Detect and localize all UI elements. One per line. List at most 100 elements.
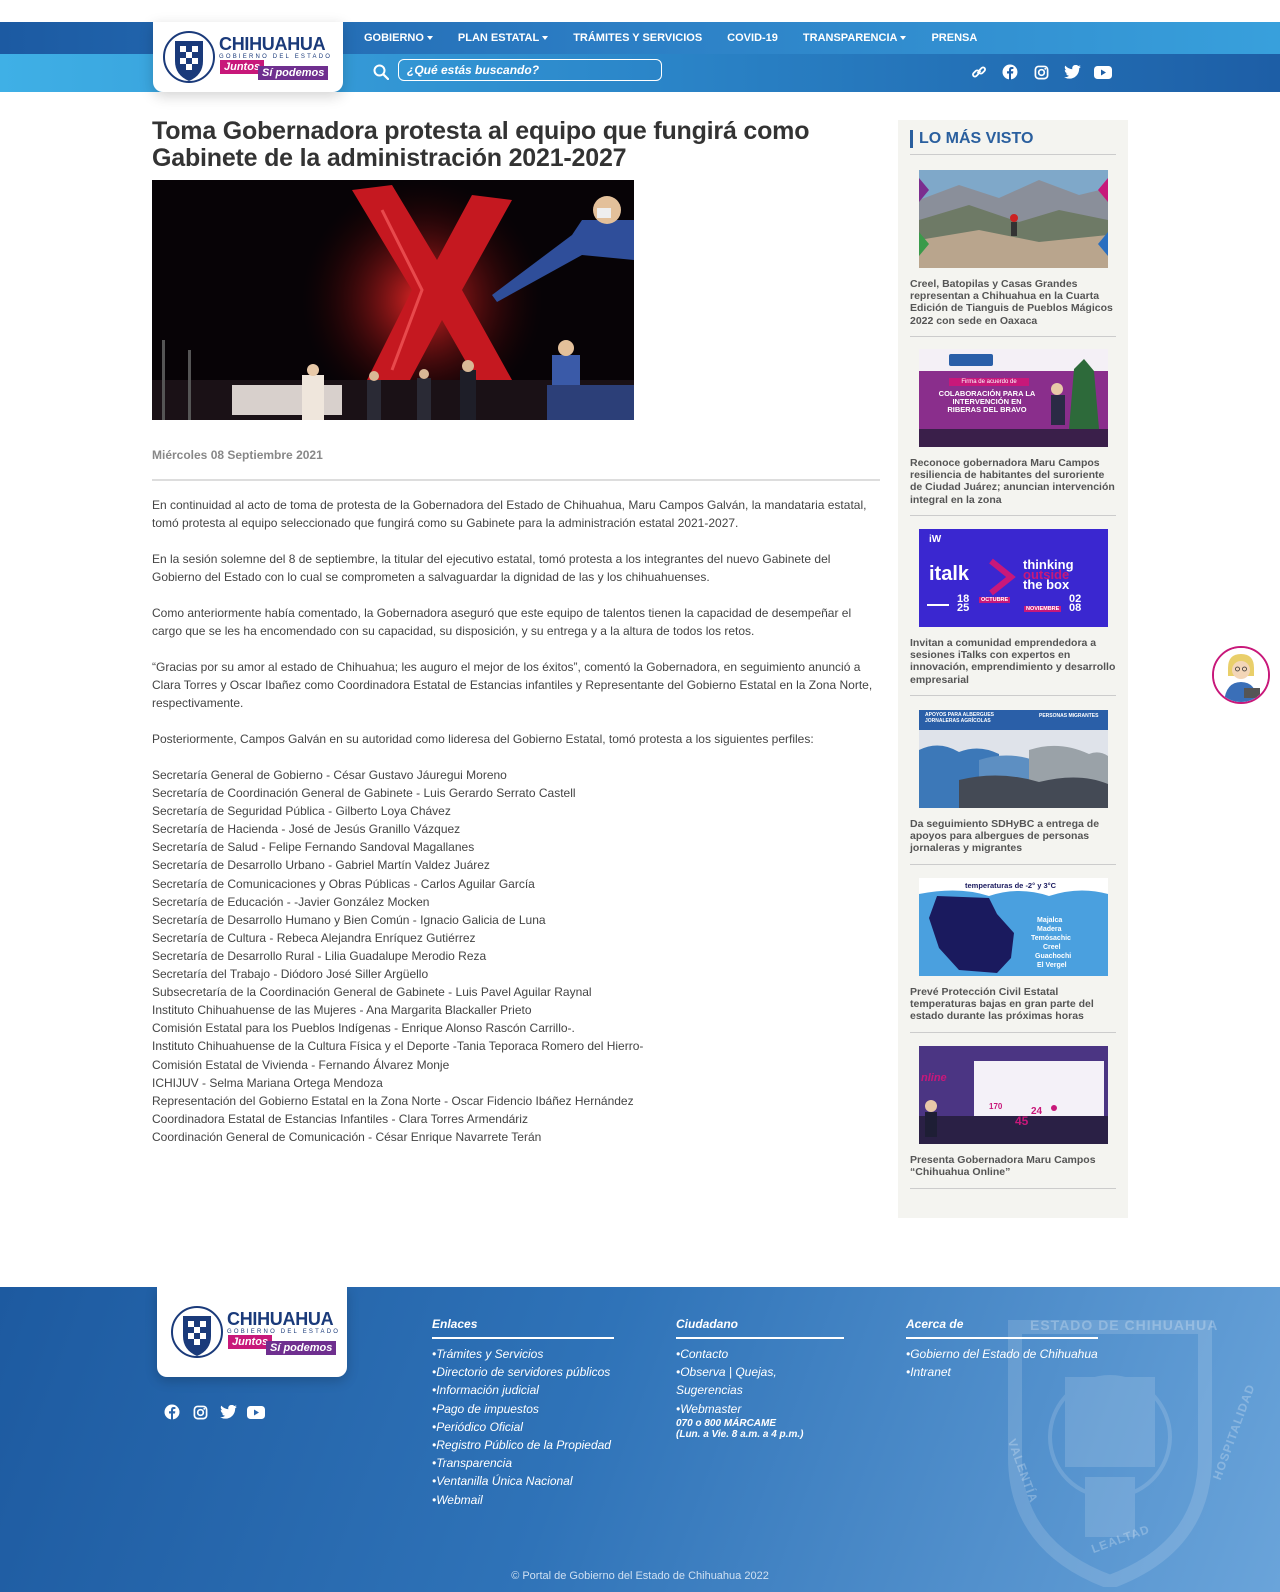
- list-item: Comisión Estatal para los Pueblos Indíge…: [152, 1021, 575, 1036]
- thumb-text: 24: [1031, 1106, 1043, 1117]
- news-thumbnail: nline 170 24 45: [919, 1046, 1108, 1144]
- search-input[interactable]: [398, 59, 662, 81]
- chevron-down-icon: [426, 36, 433, 40]
- news-caption: Da seguimiento SDHyBC a entrega de apoyo…: [910, 818, 1100, 855]
- footer-link-ventanilla-unica[interactable]: •Ventanilla Única Nacional: [432, 1472, 614, 1490]
- nav-label: GOBIERNO: [364, 32, 424, 44]
- most-viewed-sidebar: LO MÁS VISTO Creel, Batopilas y Casas Gr…: [898, 120, 1128, 1218]
- nav-plan-estatal[interactable]: PLAN ESTATAL: [457, 32, 549, 44]
- list-item: Coordinadora Estatal de Estancias Infant…: [152, 1111, 528, 1126]
- nav-gobierno[interactable]: GOBIERNO: [364, 32, 433, 44]
- news-caption: Invitan a comunidad emprendedora a sesio…: [910, 637, 1116, 686]
- search-icon[interactable]: [373, 64, 389, 80]
- thumb-text: temperaturas de -2° y 3°C: [965, 881, 1057, 890]
- instagram-icon[interactable]: [1032, 64, 1050, 80]
- list-item: Secretaría de Hacienda - José de Jesús G…: [152, 822, 461, 837]
- article-paragraph: Posteriormente, Campos Galván en su auto…: [152, 732, 814, 746]
- nav-transparencia[interactable]: TRANSPARENCIA: [803, 32, 907, 44]
- footer-link-webmail[interactable]: •Webmail: [432, 1491, 614, 1509]
- footer-link-intranet[interactable]: •Intranet: [906, 1363, 1098, 1381]
- cabinet-list: Secretaría General de Gobierno - César G…: [152, 766, 880, 1146]
- nav-label: COVID-19: [727, 32, 778, 44]
- footer-column-title: Enlaces: [432, 1317, 614, 1339]
- footer-link-informacion-judicial[interactable]: •Información judicial: [432, 1381, 614, 1399]
- divider: [910, 864, 1116, 865]
- chat-assistant-avatar[interactable]: [1212, 646, 1270, 704]
- news-thumbnail: Firma de acuerdo de COLABORACIÓN PARA LA…: [919, 349, 1108, 447]
- twitter-icon[interactable]: [1063, 64, 1081, 80]
- list-item: Secretaría de Desarrollo Humano y Bien C…: [152, 912, 546, 927]
- divider: [910, 1032, 1116, 1033]
- nav-label: PLAN ESTATAL: [457, 32, 540, 44]
- youtube-icon[interactable]: [247, 1404, 265, 1420]
- thumb-text: 170: [989, 1102, 1003, 1111]
- footer-links-enlaces: Enlaces •Trámites y Servicios •Directori…: [432, 1317, 614, 1509]
- nav-label: PRENSA: [931, 32, 978, 44]
- nav-covid-19[interactable]: COVID-19: [727, 32, 778, 44]
- article-hero-image: [152, 180, 634, 420]
- article-paragraph: Como anteriormente había comentado, la G…: [152, 606, 852, 638]
- article-paragraph: En la sesión solemne del 8 de septiembre…: [152, 552, 831, 584]
- footer-link-periodico-oficial[interactable]: •Periódico Oficial: [432, 1418, 614, 1436]
- logo-tag-si-podemos: Sí podemos: [266, 1341, 337, 1355]
- link-icon[interactable]: [970, 64, 988, 80]
- nav-prensa[interactable]: PRENSA: [931, 32, 977, 44]
- footer-link-observa[interactable]: •Observa | Quejas, Sugerencias: [676, 1363, 844, 1399]
- footer-links-acerca: Acerca de •Gobierno del Estado de Chihua…: [906, 1317, 1098, 1381]
- thumb-text: APOYOS PARA ALBERGUES JORNALERAS AGRÍCOL…: [925, 712, 994, 724]
- thumb-text: Guachochi: [1035, 953, 1072, 960]
- article-date: Miércoles 08 Septiembre 2021: [152, 448, 323, 462]
- footer-logo[interactable]: CHIHUAHUA GOBIERNO DEL ESTADO Juntos Sí …: [157, 1287, 347, 1377]
- list-item: Secretaría de Cultura - Rebeca Alejandra…: [152, 930, 476, 945]
- news-caption: Creel, Batopilas y Casas Grandes represe…: [910, 278, 1113, 327]
- logo-title: CHIHUAHUA: [227, 1309, 334, 1329]
- logo-title: CHIHUAHUA: [219, 34, 326, 54]
- footer-link-pago-impuestos[interactable]: •Pago de impuestos: [432, 1400, 614, 1418]
- watermark-text: HOSPITALIDAD: [1210, 1381, 1258, 1482]
- article-title: Toma Gobernadora protesta al equipo que …: [152, 117, 810, 172]
- thumb-text: Majalca: [1037, 917, 1063, 924]
- footer-column-title: Ciudadano: [676, 1317, 844, 1339]
- news-caption: Reconoce gobernadora Maru Campos resilie…: [910, 457, 1115, 506]
- site-logo[interactable]: CHIHUAHUA GOBIERNO DEL ESTADO Juntos Sí …: [153, 22, 343, 92]
- list-item: Coordinación General de Comunicación - C…: [152, 1129, 542, 1144]
- news-thumbnail: temperaturas de -2° y 3°C Majalca Madera…: [919, 878, 1108, 976]
- sidebar-heading: LO MÁS VISTO: [910, 130, 1033, 148]
- facebook-icon[interactable]: [1001, 64, 1019, 80]
- footer-link-gobierno[interactable]: •Gobierno del Estado de Chihuahua: [906, 1345, 1098, 1363]
- main-nav: GOBIERNO PLAN ESTATAL TRÁMITES Y SERVICI…: [364, 22, 1002, 54]
- chevron-down-icon: [900, 36, 907, 40]
- thumb-text: nline: [921, 1072, 947, 1084]
- chevron-down-icon: [542, 36, 549, 40]
- nav-label: TRANSPARENCIA: [802, 32, 898, 44]
- footer-link-registro-publico[interactable]: •Registro Público de la Propiedad: [432, 1436, 614, 1454]
- news-caption: Prevé Protección Civil Estatal temperatu…: [910, 986, 1094, 1023]
- list-item: Secretaría de Desarrollo Urbano - Gabrie…: [152, 858, 490, 873]
- list-item: Instituto Chihuahuense de las Mujeres - …: [152, 1003, 532, 1018]
- list-item: Secretaría de Coordinación General de Ga…: [152, 786, 576, 801]
- article-body: En continuidad al acto de toma de protes…: [152, 496, 880, 1146]
- article-paragraph: “Gracias por su amor al estado de Chihua…: [152, 660, 873, 710]
- article-paragraph: En continuidad al acto de toma de protes…: [152, 498, 867, 530]
- facebook-icon[interactable]: [163, 1404, 181, 1420]
- divider: [152, 479, 880, 481]
- coat-of-arms-icon: [163, 31, 215, 83]
- thumb-text: Firma de acuerdo de: [949, 378, 1029, 386]
- footer-column-title: Acerca de: [906, 1317, 1098, 1339]
- list-item: Subsecretaría de la Coordinación General…: [152, 985, 592, 1000]
- thumb-text: Temósachic: [1031, 935, 1071, 942]
- list-item: Secretaría de Comunicaciones y Obras Púb…: [152, 876, 535, 891]
- footer-link-directorio[interactable]: •Directorio de servidores públicos: [432, 1363, 614, 1381]
- nav-tramites-servicios[interactable]: TRÁMITES Y SERVICIOS: [573, 32, 702, 44]
- divider: [910, 336, 1116, 337]
- footer-links-ciudadano: Ciudadano •Contacto •Observa | Quejas, S…: [676, 1317, 844, 1440]
- twitter-icon[interactable]: [219, 1404, 237, 1420]
- youtube-icon[interactable]: [1094, 64, 1112, 80]
- instagram-icon[interactable]: [191, 1404, 209, 1420]
- news-thumbnail: [919, 170, 1108, 268]
- footer-link-webmaster[interactable]: •Webmaster: [676, 1400, 844, 1418]
- footer-link-contacto[interactable]: •Contacto: [676, 1345, 844, 1363]
- copyright: © Portal de Gobierno del Estado de Chihu…: [511, 1570, 769, 1582]
- footer-link-transparencia[interactable]: •Transparencia: [432, 1454, 614, 1472]
- footer-link-tramites[interactable]: •Trámites y Servicios: [432, 1345, 614, 1363]
